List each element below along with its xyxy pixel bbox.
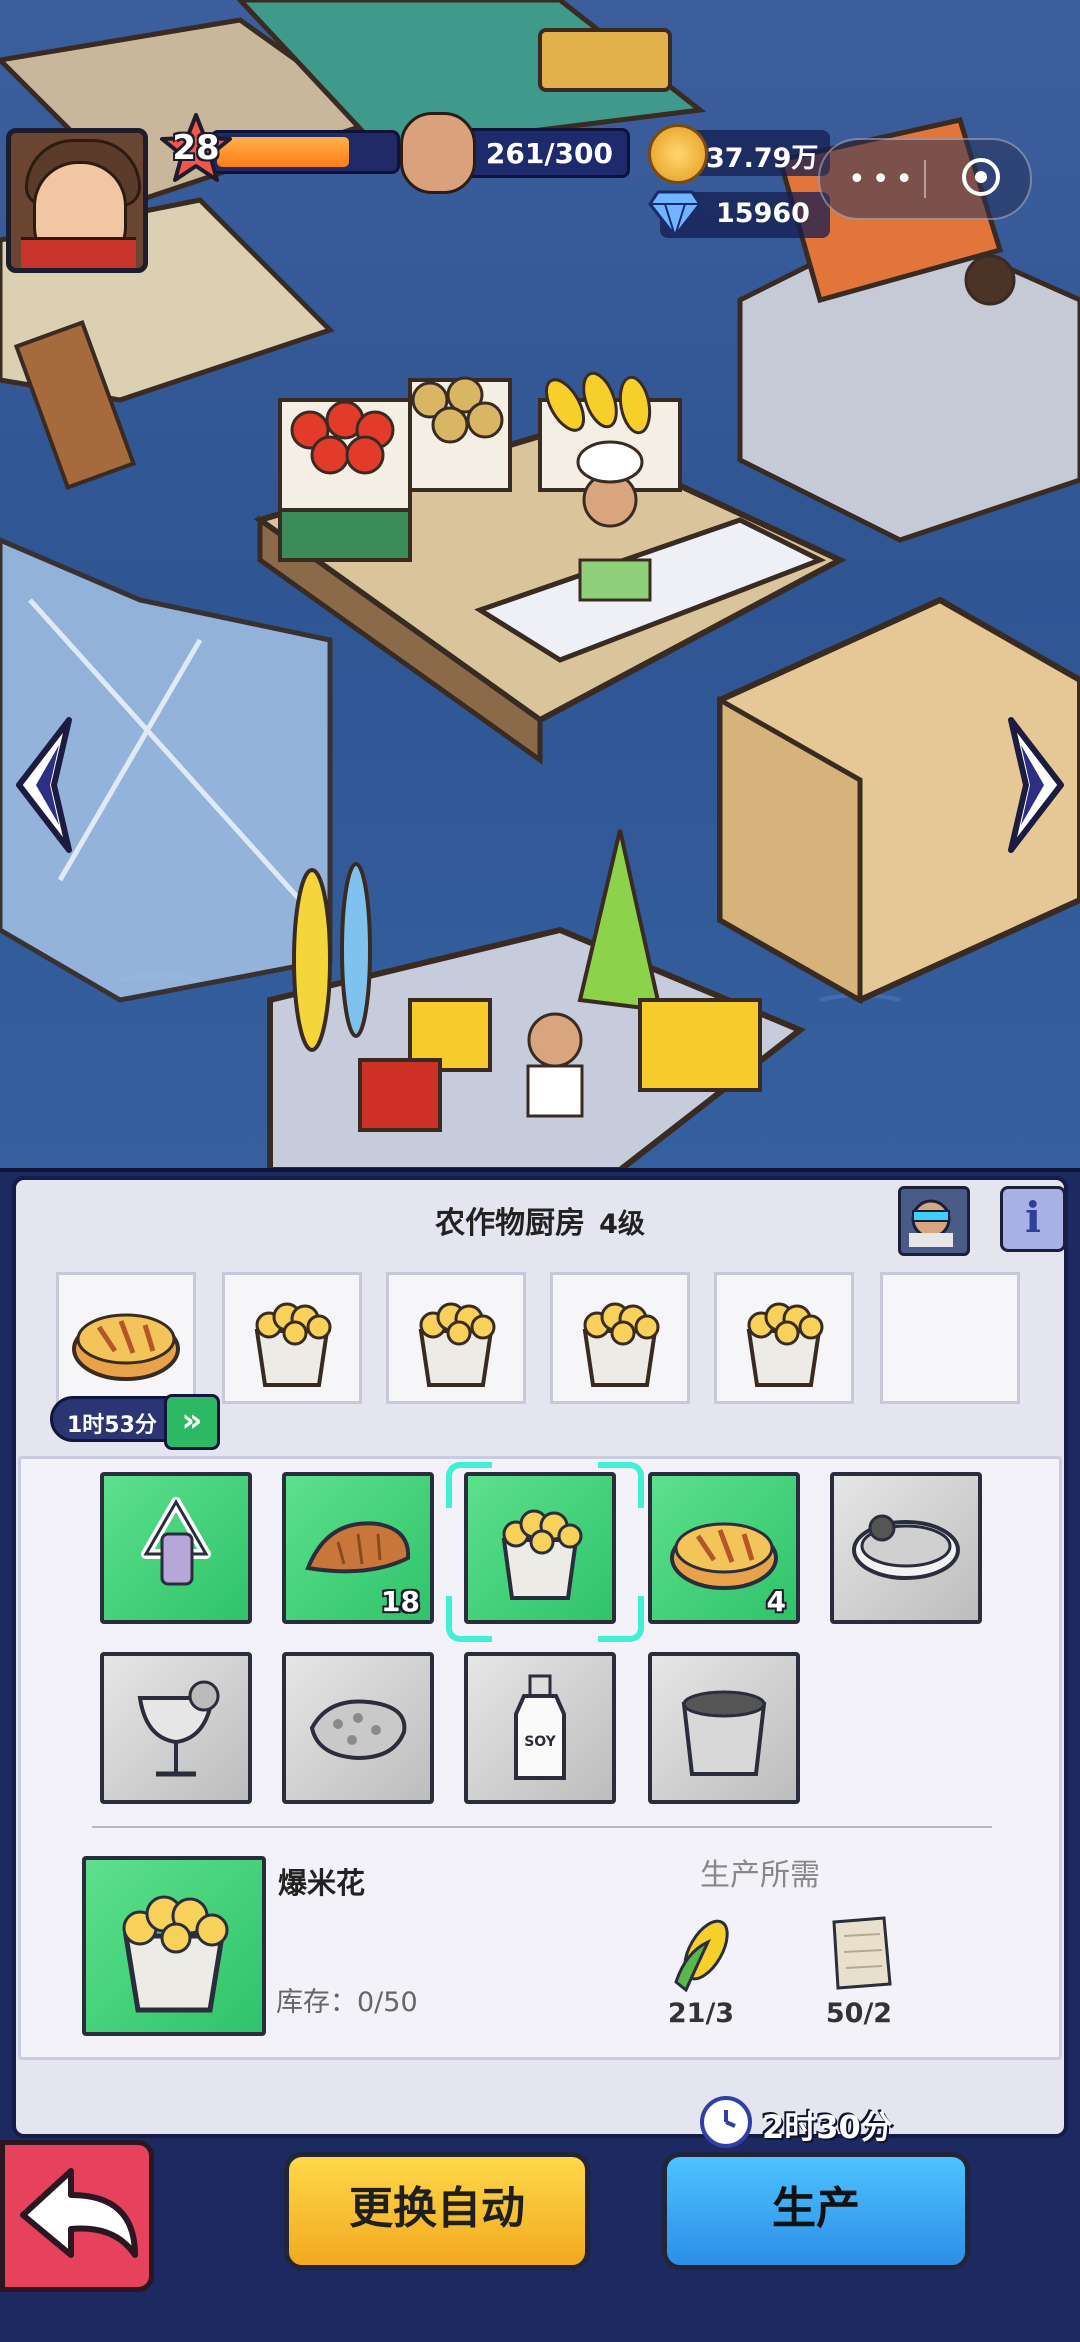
queue-slot[interactable] — [550, 1272, 690, 1404]
recipe-recycle[interactable] — [100, 1472, 252, 1624]
recipe-count: 4 — [766, 1585, 786, 1618]
popcorn-icon — [122, 1895, 229, 2013]
selected-item-tile — [82, 1856, 266, 2036]
coin-icon — [648, 124, 708, 184]
close-target-icon[interactable] — [962, 158, 1000, 196]
selection-corner — [598, 1462, 644, 1508]
selected-item-name: 爆米花 — [278, 1866, 366, 1900]
back-button[interactable] — [0, 2140, 154, 2292]
recipe-soup-locked[interactable] — [830, 1472, 982, 1624]
corn-icon — [674, 1919, 729, 1993]
recipe-soy-locked[interactable]: SOY — [464, 1652, 616, 1804]
queue-slot-empty[interactable] — [880, 1272, 1020, 1404]
info-button[interactable]: i — [1000, 1186, 1066, 1252]
recipe-cracker-locked[interactable] — [282, 1652, 434, 1804]
popcorn-icon — [582, 1302, 660, 1387]
cracker-icon — [309, 1699, 407, 1761]
xp-bar — [210, 130, 400, 174]
recipe-bucket-locked[interactable] — [648, 1652, 800, 1804]
popcorn-icon — [746, 1302, 824, 1387]
pie-icon — [72, 1313, 180, 1381]
queue-slot-active[interactable] — [56, 1272, 196, 1404]
queue-slot[interactable] — [386, 1272, 526, 1404]
requirement-paper: 50/2 — [804, 1912, 914, 2029]
avatar-shirt — [21, 237, 136, 268]
duration-text: 2时30分 — [762, 2108, 893, 2146]
selection-corner — [446, 1596, 492, 1642]
requirement-corn: 21/3 — [646, 1912, 756, 2029]
capsule-divider — [924, 160, 926, 198]
recipe-count: 18 — [381, 1585, 420, 1618]
produce-button[interactable]: 生产 — [662, 2152, 970, 2270]
requirement-value: 21/3 — [667, 1998, 735, 2029]
clock-icon — [700, 2096, 752, 2148]
popcorn-icon — [501, 1509, 583, 1600]
queue-slot[interactable] — [222, 1272, 362, 1404]
back-arrow-icon — [20, 2168, 138, 2258]
speed-up-button[interactable]: » — [164, 1394, 220, 1450]
player-level: 28 — [172, 128, 220, 168]
recipe-cocktail-locked[interactable] — [100, 1652, 252, 1804]
queue-slot[interactable] — [714, 1272, 854, 1404]
auto-switch-button[interactable]: 更换自动 — [284, 2152, 590, 2270]
soup-bowl-icon — [852, 1514, 960, 1580]
recipe-bread[interactable]: 18 — [282, 1472, 434, 1624]
popcorn-icon — [418, 1302, 496, 1387]
requirement-value: 50/2 — [825, 1998, 893, 2029]
worker-face-icon — [909, 1199, 953, 1247]
selection-corner — [446, 1462, 492, 1508]
popcorn-icon — [254, 1302, 332, 1387]
recipe-pie[interactable]: 4 — [648, 1472, 800, 1624]
worker-avatar-button[interactable] — [898, 1186, 970, 1256]
recycle-icon — [141, 1497, 211, 1586]
selection-corner — [598, 1596, 644, 1642]
soy-label: SOY — [524, 1734, 556, 1750]
more-icon[interactable]: ••• — [848, 162, 919, 197]
building-level: 4级 — [599, 1209, 645, 1240]
selected-item-stock: 库存：0/50 — [276, 1987, 418, 2018]
detail-separator — [92, 1826, 992, 1828]
cocktail-icon — [137, 1680, 220, 1777]
system-capsule: ••• — [818, 138, 1032, 220]
player-avatar[interactable] — [6, 128, 148, 273]
xp-bar-fill — [217, 137, 350, 167]
building-name: 农作物厨房 — [435, 1206, 586, 1241]
bucket-icon — [681, 1690, 767, 1776]
requirements-title: 生产所需 — [700, 1858, 820, 1893]
paper-icon — [832, 1916, 892, 1990]
survivor-avatar-icon — [400, 112, 476, 194]
diamond-icon — [648, 190, 702, 238]
scene-right-arrow[interactable] — [1006, 715, 1066, 855]
soy-bottle-icon: SOY — [514, 1674, 566, 1780]
scene-left-arrow[interactable] — [14, 715, 74, 855]
